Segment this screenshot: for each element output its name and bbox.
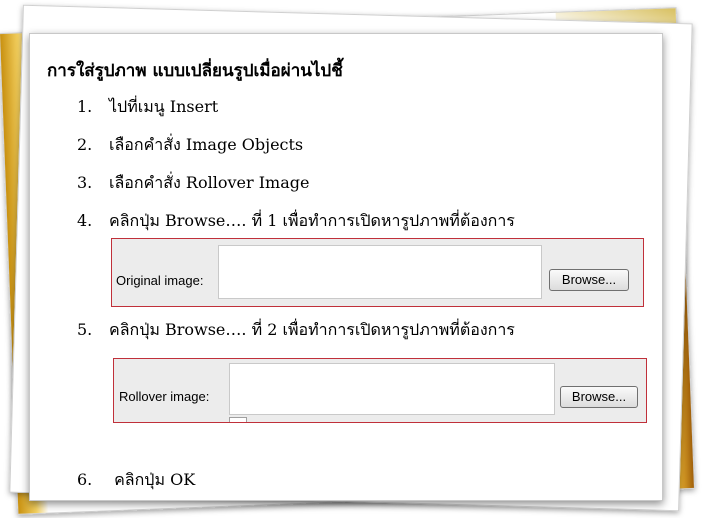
step-text: คลิกปุ่ม OK — [109, 470, 196, 489]
step-number: 2. — [77, 135, 93, 154]
instruction-card: การใส่รูปภาพ แบบเปลี่ยนรูปเมื่อผ่านไปชี้… — [29, 33, 663, 501]
original-image-label: Original image: — [116, 273, 204, 288]
step-number: 4. — [77, 211, 93, 230]
step-text: เลือกคำสั่ง Image Objects — [109, 135, 304, 154]
step-1: 1. ไปที่เมนู Insert — [77, 95, 218, 120]
page-title: การใส่รูปภาพ แบบเปลี่ยนรูปเมื่อผ่านไปชี้ — [47, 61, 343, 81]
original-image-panel: Original image: Browse... — [111, 238, 644, 307]
step-4: 4. คลิกปุ่ม Browse…. ที่ 1 เพื่อทำการเปิด… — [77, 209, 515, 234]
scrollbar-stub — [229, 417, 247, 422]
step-text: คลิกปุ่ม Browse…. ที่ 2 เพื่อทำการเปิดหา… — [109, 320, 515, 339]
original-image-input[interactable] — [218, 245, 542, 299]
rollover-image-input[interactable] — [229, 363, 555, 415]
step-text: เลือกคำสั่ง Rollover Image — [109, 173, 310, 192]
step-5: 5. คลิกปุ่ม Browse…. ที่ 2 เพื่อทำการเปิด… — [77, 318, 515, 343]
step-3: 3. เลือกคำสั่ง Rollover Image — [77, 171, 309, 196]
step-6: 6. คลิกปุ่ม OK — [77, 468, 195, 493]
rollover-image-panel: Rollover image: Browse... — [113, 358, 647, 423]
original-browse-button[interactable]: Browse... — [549, 269, 629, 291]
step-number: 3. — [77, 173, 93, 192]
step-number: 6. — [77, 470, 93, 489]
rollover-image-label: Rollover image: — [119, 389, 210, 404]
step-number: 1. — [77, 97, 93, 116]
step-number: 5. — [77, 320, 93, 339]
step-2: 2. เลือกคำสั่ง Image Objects — [77, 133, 303, 158]
step-text: คลิกปุ่ม Browse…. ที่ 1 เพื่อทำการเปิดหา… — [109, 211, 515, 230]
rollover-browse-button[interactable]: Browse... — [560, 386, 638, 408]
step-text: ไปที่เมนู Insert — [109, 97, 219, 116]
